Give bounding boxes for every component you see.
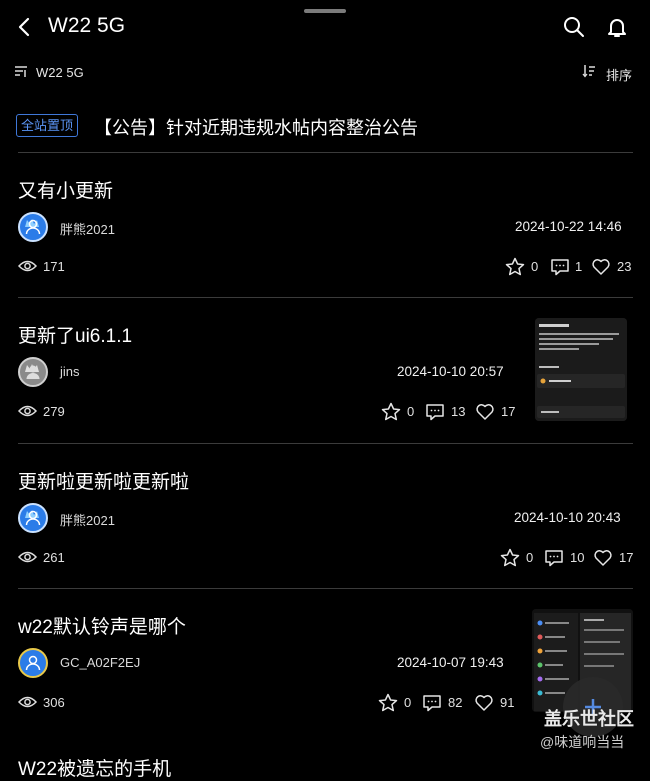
eye-icon — [18, 405, 37, 417]
screenshot-thumbnail-image — [535, 318, 627, 421]
star-icon — [500, 548, 520, 567]
heart-icon — [592, 259, 610, 275]
post-item[interactable]: 更新了ui6.1.1 jins 2024-10-10 20:57 279 0 1… — [18, 297, 633, 444]
back-arrow-icon[interactable] — [14, 16, 36, 38]
heart-icon — [476, 404, 494, 420]
star-icon — [381, 402, 401, 421]
author-name[interactable]: 胖熊2021 — [60, 219, 115, 238]
filter-bar: W22 5G 排序 — [0, 60, 650, 86]
search-icon[interactable] — [562, 15, 586, 39]
comment-icon — [545, 550, 563, 567]
comment-icon — [551, 259, 569, 276]
avatar[interactable] — [18, 648, 48, 678]
comment-icon — [426, 404, 444, 421]
filter-icon[interactable] — [14, 64, 28, 78]
avatar[interactable] — [18, 357, 48, 387]
user-icon — [25, 655, 41, 671]
post-title: 又有小更新 — [18, 181, 114, 202]
post-title[interactable]: W22被遗忘的手机 — [18, 754, 171, 781]
page-title: W22 5G — [48, 14, 126, 37]
pinned-notice[interactable]: 全站置顶 【公告】针对近期违规水帖内容整治公告 — [16, 113, 633, 141]
pinned-badge: 全站置顶 — [16, 114, 79, 137]
avatar[interactable] — [18, 212, 48, 242]
user-icon — [26, 365, 40, 379]
user-icon — [25, 510, 41, 526]
post-item[interactable]: 更新啦更新啦更新啦 胖熊2021 2024-10-10 20:43 261 0 … — [18, 443, 633, 590]
post-date: 2024-10-10 20:57 — [397, 364, 504, 379]
user-icon — [25, 219, 41, 235]
watermark-handle: @味道响当当 — [540, 734, 625, 750]
post-date: 2024-10-22 14:46 — [515, 219, 622, 234]
post-date: 2024-10-10 20:43 — [514, 510, 621, 525]
sort-button[interactable]: 排序 — [606, 65, 632, 84]
bell-icon[interactable] — [605, 15, 629, 39]
post-item[interactable]: 又有小更新 胖熊2021 2024-10-22 14:46 171 0 1 23 — [18, 152, 633, 299]
post-thumbnail[interactable] — [535, 318, 627, 421]
post-title: w22默认铃声是哪个 — [18, 617, 186, 638]
watermark-title: 盖乐世社区 — [544, 709, 634, 729]
heart-icon — [594, 550, 612, 566]
author-name[interactable]: GC_A02F2EJ — [60, 655, 140, 670]
comment-icon — [423, 695, 441, 712]
eye-icon — [18, 551, 37, 563]
post-title: 更新了ui6.1.1 — [18, 326, 133, 347]
notice-title: 【公告】针对近期违规水帖内容整治公告 — [94, 118, 418, 138]
board-filter-label[interactable]: W22 5G — [36, 65, 84, 80]
post-title: 更新啦更新啦更新啦 — [18, 472, 190, 493]
eye-icon — [18, 260, 37, 272]
avatar[interactable] — [18, 503, 48, 533]
post-item[interactable]: w22默认铃声是哪个 GC_A02F2EJ 2024-10-07 19:43 3… — [18, 588, 633, 735]
heart-icon — [475, 695, 493, 711]
star-icon — [505, 257, 525, 276]
sort-icon[interactable] — [582, 64, 596, 78]
author-name[interactable]: jins — [60, 364, 80, 379]
author-name[interactable]: 胖熊2021 — [60, 510, 115, 529]
eye-icon — [18, 696, 37, 708]
star-icon — [378, 693, 398, 712]
top-app-bar: W22 5G — [0, 0, 650, 56]
post-date: 2024-10-07 19:43 — [397, 655, 504, 670]
